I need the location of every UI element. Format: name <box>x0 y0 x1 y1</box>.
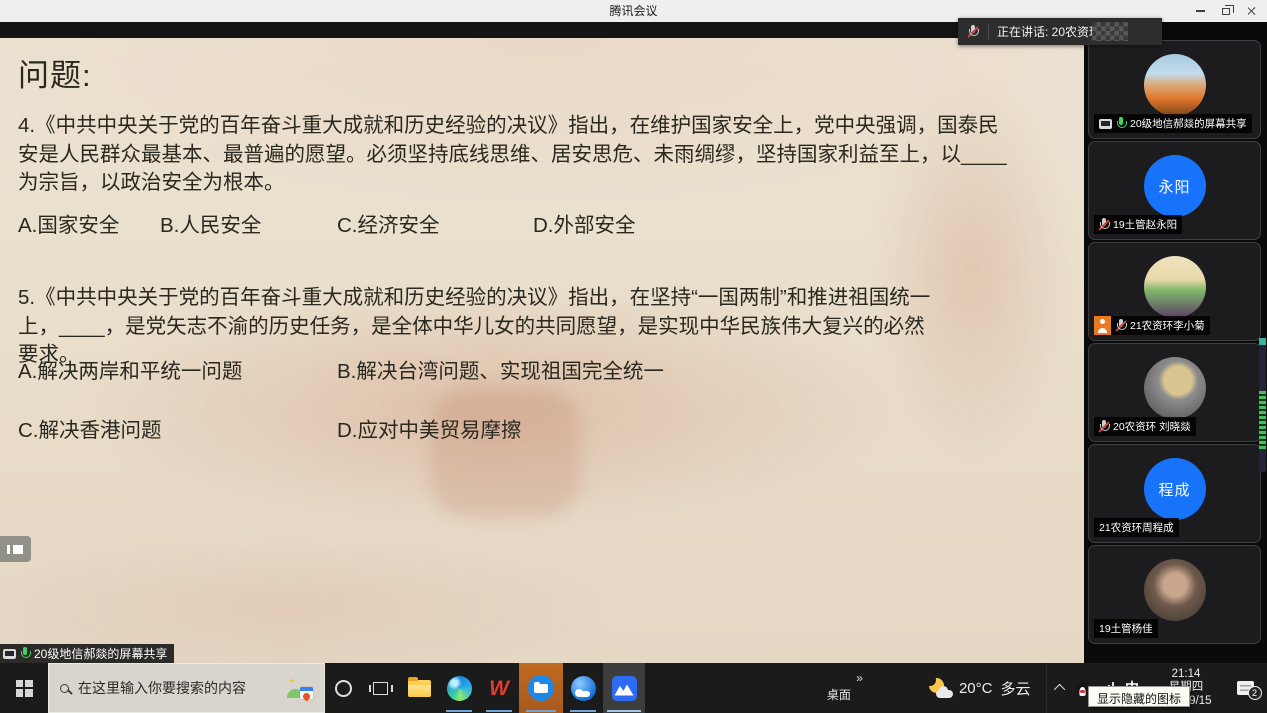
sidebar-scrollbar[interactable] <box>1259 338 1266 472</box>
moon-cloud-weather-icon <box>925 678 951 698</box>
action-center-icon: 2 <box>1237 681 1254 695</box>
taskbar-app-edge[interactable] <box>439 663 479 713</box>
participant-name: 19土管杨佳 <box>1099 621 1153 636</box>
option-d: D.外部安全 <box>533 208 636 238</box>
avatar <box>1144 54 1206 116</box>
search-highlights-icon[interactable]: ✦ <box>287 677 313 699</box>
clock-time: 21:14 <box>1172 668 1201 682</box>
participant-name: 21农资环李小菊 <box>1130 318 1205 333</box>
mountain-app-icon <box>612 676 637 701</box>
avatar: 程成 <box>1144 458 1206 520</box>
blue-folder-app-icon <box>528 675 554 701</box>
windows-start-icon <box>16 680 33 697</box>
avatar <box>1144 256 1206 318</box>
edge-icon <box>447 676 472 701</box>
taskbar-app-attention[interactable] <box>519 663 563 713</box>
participant-name: 21农资环周程成 <box>1099 520 1174 535</box>
running-indicator <box>486 710 512 712</box>
mic-on-icon <box>1116 117 1126 130</box>
screen-share-icon <box>1099 119 1112 129</box>
running-indicator <box>526 710 556 712</box>
tray-tooltip: 显示隐藏的图标 <box>1088 686 1190 707</box>
question-4-options: A.国家安全 B.人民安全 C.经济安全 D.外部安全 <box>18 208 636 238</box>
mic-muted-icon <box>968 25 978 38</box>
cortana-button[interactable] <box>325 663 362 713</box>
participant-name: 20级地信郝燚的屏幕共享 <box>1130 116 1247 131</box>
option-b: B.解决台湾问题、实现祖国完全统一 <box>337 354 664 384</box>
running-indicator <box>570 710 596 712</box>
option-b: B.人民安全 <box>160 208 337 238</box>
taskbar-app-file-explorer[interactable] <box>399 663 439 713</box>
option-a: A.国家安全 <box>18 208 160 238</box>
desktop-toolbar[interactable]: » 桌面 <box>827 663 851 713</box>
avatar: 永阳 <box>1144 155 1206 217</box>
mic-on-icon <box>20 647 30 660</box>
maximize-icon <box>1222 8 1230 15</box>
avatar <box>1144 357 1206 419</box>
mic-muted-icon <box>1099 420 1109 433</box>
tray-chevron-icon[interactable] <box>1054 684 1065 695</box>
windows-taskbar: ✦ W » 桌面 20°C 多云 <box>0 663 1267 713</box>
taskbar-app-q-browser[interactable] <box>563 663 603 713</box>
q-browser-icon <box>571 676 596 701</box>
shared-slide: 问题: 4.《中共中央关于党的百年奋斗重大成就和历史经验的决议》指出，在维护国家… <box>0 38 1084 663</box>
speaking-indicator-banner: 正在讲话: 20农资环李朴; <box>958 18 1162 45</box>
option-d: D.应对中美贸易摩擦 <box>337 413 664 443</box>
participant-tile[interactable]: 21农资环李小菊 <box>1088 242 1261 341</box>
search-icon <box>60 684 69 693</box>
weather-temperature: 20°C <box>959 680 993 697</box>
running-indicator <box>446 710 472 712</box>
screen-share-icon <box>3 649 16 659</box>
search-input[interactable] <box>78 680 278 696</box>
option-a: A.解决两岸和平统一问题 <box>18 354 337 384</box>
participants-sidebar: 20级地信郝燚的屏幕共享 永阳 19土管赵永阳 21农资环李小菊 20 <box>1084 22 1267 663</box>
cortana-icon <box>335 680 352 697</box>
option-c: C.经济安全 <box>337 208 533 238</box>
minimize-button[interactable] <box>1187 0 1213 22</box>
person-badge-icon <box>1094 316 1111 335</box>
task-view-icon <box>373 682 388 695</box>
participant-tile[interactable]: 程成 21农资环周程成 <box>1088 444 1261 543</box>
file-explorer-icon <box>408 680 431 697</box>
audio-level-indicator <box>1259 391 1266 449</box>
divider <box>988 24 989 40</box>
desktop-label: 桌面 <box>827 686 851 703</box>
minimize-icon <box>1196 10 1205 12</box>
blurred-name-patch <box>1092 22 1128 41</box>
taskbar-weather[interactable]: 20°C 多云 <box>909 663 1047 713</box>
question-5-options: A.解决两岸和平统一问题 B.解决台湾问题、实现祖国完全统一 C.解决香港问题 … <box>18 354 664 443</box>
mic-muted-icon <box>1116 319 1126 332</box>
close-icon <box>1247 6 1257 16</box>
mic-muted-icon <box>1099 218 1109 231</box>
taskbar-app-active[interactable] <box>603 663 645 713</box>
share-source-label: 20级地信郝燚的屏幕共享 <box>34 645 167 662</box>
question-4-text: 4.《中共中央关于党的百年奋斗重大成就和历史经验的决议》指出，在维护国家安全上，… <box>18 112 1010 198</box>
running-indicator <box>607 710 641 712</box>
participant-name: 19土管赵永阳 <box>1113 217 1177 232</box>
participant-tile[interactable]: 永阳 19土管赵永阳 <box>1088 141 1261 240</box>
annotation-list-icon <box>7 545 31 554</box>
annotation-toolbar-toggle[interactable] <box>0 536 31 562</box>
slide-heading: 问题: <box>18 50 92 95</box>
avatar <box>1144 559 1206 621</box>
taskbar-search[interactable]: ✦ <box>48 663 325 713</box>
wps-icon: W <box>489 678 509 699</box>
taskbar-app-wps[interactable]: W <box>479 663 519 713</box>
screen-share-area: 问题: 4.《中共中央关于党的百年奋斗重大成就和历史经验的决议》指出，在维护国家… <box>0 22 1084 663</box>
notification-badge: 2 <box>1248 686 1262 700</box>
option-c: C.解决香港问题 <box>18 413 337 443</box>
participant-tile[interactable]: 20农资环 刘晓燚 <box>1088 343 1261 442</box>
participant-tile[interactable]: 19土管杨佳 <box>1088 545 1261 644</box>
participant-tile[interactable]: 20级地信郝燚的屏幕共享 <box>1088 40 1261 139</box>
weather-condition: 多云 <box>1000 678 1030 699</box>
start-button[interactable] <box>0 663 48 713</box>
action-center-button[interactable]: 2 <box>1223 663 1267 713</box>
task-view-button[interactable] <box>362 663 399 713</box>
desktop-chevron[interactable]: » <box>856 671 863 685</box>
close-button[interactable] <box>1239 0 1265 22</box>
restore-button[interactable] <box>1213 0 1239 22</box>
participant-name: 20农资环 刘晓燚 <box>1113 419 1191 434</box>
share-source-pill: 20级地信郝燚的屏幕共享 <box>0 644 174 663</box>
